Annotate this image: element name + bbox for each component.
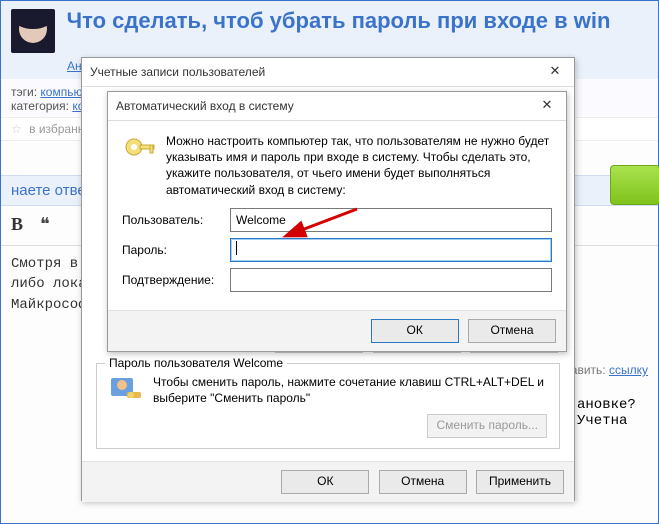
group-title: Пароль пользователя Welcome [105,356,287,370]
dialog-title: Автоматический вход в систему ✕ [108,92,566,121]
auto-login-dialog: Автоматический вход в систему ✕ Можно на… [107,91,567,352]
change-password-button[interactable]: Сменить пароль... [427,414,547,438]
dialog-buttons: ОК Отмена [108,310,566,351]
password-field[interactable] [230,238,552,262]
answer-body-cont: ановке? Учетна [577,397,658,429]
category-label: категория: [11,99,69,113]
ok-button[interactable]: ОК [371,319,459,343]
password-group: Пароль пользователя Welcome Чтобы сменит… [96,363,560,449]
dialog-buttons: ОК Отмена Применить [82,461,574,502]
confirm-field[interactable] [230,268,552,292]
quote-button[interactable]: ❝ [40,214,50,234]
question-title: Что сделать, чтоб убрать пароль при вход… [67,9,611,33]
avatar [11,9,55,53]
upvote-button[interactable] [610,165,659,205]
add-link[interactable]: ссылку [609,363,648,377]
user-key-icon [109,374,143,408]
close-icon[interactable]: ✕ [528,92,566,120]
cancel-button[interactable]: Отмена [379,470,467,494]
confirm-label: Подтверждение: [122,273,230,287]
user-field[interactable] [230,208,552,232]
tags-label: тэги: [11,85,37,99]
cancel-button[interactable]: Отмена [468,319,556,343]
group-text: Чтобы сменить пароль, нажмите сочетание … [153,374,547,406]
dialog-title: Учетные записи пользователей ✕ [82,58,574,87]
bold-button[interactable]: B [11,214,23,234]
star-icon: ☆ [11,122,22,136]
info-text: Можно настроить компьютер так, что польз… [166,133,552,198]
apply-button[interactable]: Применить [476,470,564,494]
text-caret [236,241,237,255]
key-icon [122,133,156,198]
close-icon[interactable]: ✕ [536,58,574,86]
password-label: Пароль: [122,243,230,257]
user-label: Пользователь: [122,213,230,227]
ok-button[interactable]: ОК [281,470,369,494]
